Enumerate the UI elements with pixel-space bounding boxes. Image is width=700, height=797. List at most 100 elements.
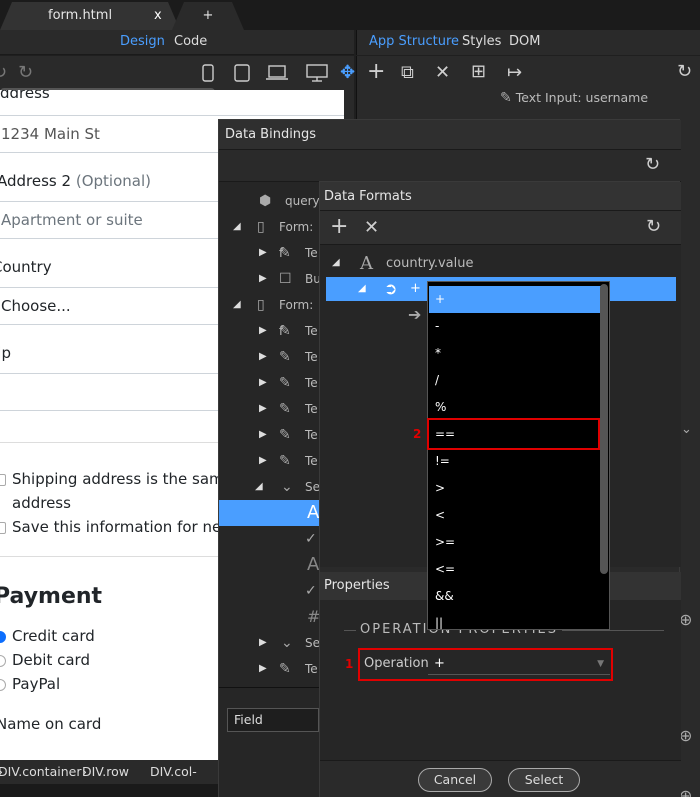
expand-down-icon[interactable]: ◢ — [233, 292, 241, 318]
tab-dom[interactable]: DOM — [509, 34, 540, 49]
copy-icon[interactable]: ⧉ — [401, 64, 414, 82]
tree-row[interactable]: ✓ — [219, 578, 321, 604]
tree-row-selected[interactable]: A — [219, 500, 321, 526]
tree-row[interactable]: ▶ ✎ Te — [219, 318, 321, 344]
tree-row[interactable]: ▶ ⌄ Se — [219, 630, 321, 656]
expand-right-icon[interactable]: ▶ — [259, 240, 267, 266]
operator-option[interactable]: && — [429, 583, 601, 610]
expand-right-icon[interactable]: ▶ — [259, 370, 267, 396]
redo-icon[interactable]: ↻ — [18, 64, 33, 82]
bindings-tree: ⬢ query ◢ ▯ Form: f ▶ ✎ Te ▶ ☐ Bu ◢ ▯ Fo… — [219, 182, 321, 687]
debit-card-radio[interactable] — [0, 655, 6, 667]
add-icon[interactable]: + — [367, 61, 385, 83]
expand-right-icon[interactable]: ▶ — [259, 318, 267, 344]
tree-row[interactable]: ▶ ✎ Te — [219, 240, 321, 266]
select-button[interactable]: Select — [508, 768, 580, 792]
operator-option[interactable]: || — [429, 610, 601, 629]
refresh-icon[interactable]: ↻ — [677, 63, 692, 81]
tree-row[interactable]: # — [219, 604, 321, 630]
expand-right-icon[interactable]: ▶ — [259, 396, 267, 422]
refresh-icon[interactable]: ↻ — [646, 218, 661, 236]
operator-option[interactable]: != — [429, 448, 601, 475]
tree-row[interactable]: ▶ ✎ Te — [219, 422, 321, 448]
tree-row-country[interactable]: ◢ A country.value — [320, 251, 681, 277]
new-tab-button[interactable]: + — [172, 2, 244, 30]
desktop-icon[interactable] — [306, 64, 328, 82]
operator-option[interactable]: * — [429, 340, 601, 367]
tab-app-structure[interactable]: App Structure — [369, 34, 459, 49]
structure-icon[interactable]: ⊞ — [471, 63, 486, 81]
breadcrumb-item[interactable]: DIV.container › — [0, 760, 81, 784]
operator-option[interactable]: - — [429, 313, 601, 340]
dialog-buttons: Cancel Select — [320, 760, 681, 797]
operator-option[interactable]: < — [429, 502, 601, 529]
expand-right-icon[interactable]: ▶ — [259, 266, 267, 292]
refresh-icon[interactable]: ↻ — [645, 156, 660, 174]
pencil-icon: ✎ — [279, 323, 291, 339]
undo-icon[interactable]: ↻ — [0, 64, 7, 82]
tree-row[interactable]: ◢ ▯ Form: f — [219, 292, 321, 338]
tree-row[interactable]: ⬢ query — [219, 188, 321, 214]
cancel-button[interactable]: Cancel — [418, 768, 492, 792]
expand-right-icon[interactable]: ▶ — [259, 422, 267, 448]
breadcrumb-item[interactable]: DIV.row › — [82, 760, 129, 784]
form-icon: ▯ — [257, 297, 265, 313]
expand-right-icon[interactable]: ▶ — [259, 448, 267, 474]
close-tab-icon[interactable]: x — [154, 2, 162, 30]
add-circle-icon[interactable]: ⊕ — [679, 786, 692, 797]
operator-option[interactable]: > — [429, 475, 601, 502]
tree-row[interactable]: ▶ ✎ Te — [219, 396, 321, 422]
tab-styles[interactable]: Styles — [462, 34, 501, 49]
callout-number: 2 — [413, 427, 422, 441]
pencil-icon: ✎ — [279, 401, 291, 417]
operator-option[interactable]: <= — [429, 556, 601, 583]
laptop-icon[interactable] — [266, 65, 288, 81]
tree-row[interactable]: ▶ ✎ Te — [219, 448, 321, 474]
tree-row[interactable]: ◢ ⌄ Se — [219, 474, 321, 500]
tree-row[interactable]: ✓ — [219, 526, 321, 552]
phone-icon[interactable] — [202, 64, 214, 82]
operator-option[interactable]: % — [429, 394, 601, 421]
expand-right-icon[interactable]: ▶ — [259, 630, 267, 656]
tree-row[interactable]: ▶ ✎ Te — [219, 656, 321, 682]
delete-icon[interactable]: ✕ — [435, 64, 450, 82]
save-info-checkbox[interactable] — [0, 522, 6, 534]
tree-item-text-input[interactable]: ✎ Text Input: username — [500, 90, 648, 106]
expand-right-icon[interactable]: ▶ — [259, 656, 267, 682]
tree-row[interactable]: ◢ ▯ Form: f — [219, 214, 321, 260]
tab-form-html[interactable]: form.html x — [0, 2, 180, 30]
dropdown-scrollbar[interactable] — [600, 284, 608, 574]
expand-down-icon[interactable]: ◢ — [255, 474, 263, 500]
checkbox-icon: ☐ — [279, 271, 292, 287]
add-circle-icon[interactable]: ⊕ — [679, 726, 692, 745]
expand-down-icon[interactable]: ◢ — [233, 214, 241, 240]
add-icon[interactable]: + — [330, 216, 348, 238]
credit-card-label: Credit card — [12, 627, 95, 645]
field-select[interactable]: Field — [227, 708, 319, 732]
tree-row[interactable]: ▶ ✎ Te — [219, 344, 321, 370]
tab-design[interactable]: Design — [120, 34, 165, 49]
expand-down-icon[interactable]: ◢ — [332, 257, 340, 268]
operator-option[interactable]: / — [429, 367, 601, 394]
tree-row[interactable]: ▶ ☐ Bu — [219, 266, 321, 292]
callout-box-operation — [358, 648, 613, 681]
operator-option[interactable]: >= — [429, 529, 601, 556]
shipping-same-checkbox[interactable] — [0, 474, 6, 486]
tree-row[interactable]: A — [219, 552, 321, 578]
pencil-icon: ✎ — [279, 375, 291, 391]
delete-icon[interactable]: ✕ — [364, 219, 379, 237]
document-tab-bar: form.html x + — [0, 0, 700, 30]
expand-right-icon[interactable]: ▶ — [259, 344, 267, 370]
move-out-icon[interactable]: ↦ — [507, 64, 522, 82]
operator-option[interactable]: + — [429, 286, 601, 313]
tree-row[interactable]: ▶ ✎ Te — [219, 370, 321, 396]
tab-code[interactable]: Code — [174, 34, 207, 49]
paypal-radio[interactable] — [0, 679, 6, 691]
credit-card-radio[interactable] — [0, 631, 6, 643]
expand-down-icon[interactable]: ◢ — [358, 283, 366, 294]
tablet-icon[interactable] — [234, 64, 250, 82]
dialog-toolbar: ↻ — [219, 150, 681, 182]
add-circle-icon[interactable]: ⊕ — [679, 610, 692, 629]
chevron-down-icon[interactable]: ⌄ — [681, 422, 692, 437]
fluid-width-icon[interactable]: ✥ — [340, 64, 355, 82]
